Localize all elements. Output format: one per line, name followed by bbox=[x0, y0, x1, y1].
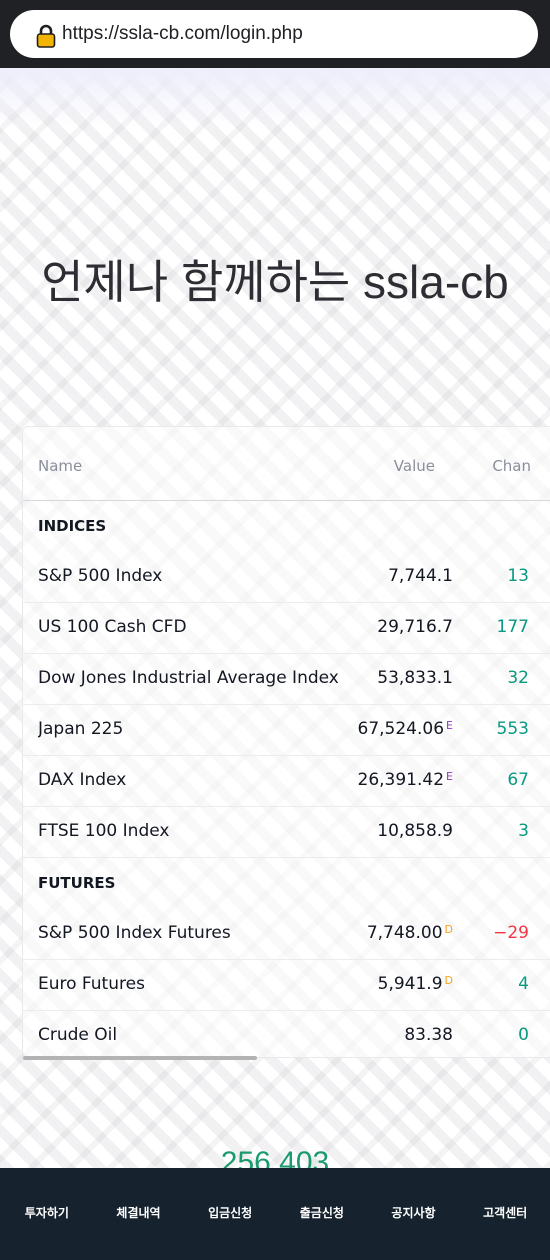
symbol-change: 0 bbox=[518, 1025, 529, 1045]
symbol-value: 29,716.7 bbox=[377, 617, 453, 637]
symbol-value: 5,941.9 D bbox=[378, 974, 453, 994]
nav-item[interactable]: 고객센터 bbox=[463, 1204, 547, 1221]
data-flag-badge: E bbox=[446, 719, 453, 732]
symbol-name[interactable]: Crude Oil bbox=[38, 1025, 348, 1045]
symbol-change: 177 bbox=[496, 617, 529, 637]
value-text: 7,748.00 bbox=[366, 923, 443, 943]
section-header-row: FUTURES bbox=[23, 858, 550, 909]
symbol-change: 32 bbox=[507, 668, 529, 688]
quote-row[interactable]: DAX Index 26,391.42 E 67 bbox=[23, 756, 550, 807]
widget-header-row: Name Value Chan bbox=[23, 427, 550, 501]
symbol-name[interactable]: Euro Futures bbox=[38, 974, 348, 994]
symbol-value: 7,744.1 bbox=[388, 566, 453, 586]
symbol-change: 4 bbox=[518, 974, 529, 994]
lock-icon bbox=[36, 24, 56, 48]
value-text: 26,391.42 bbox=[357, 770, 445, 790]
quote-row[interactable]: S&P 500 Index Futures 7,748.00 D −29 bbox=[23, 909, 550, 960]
horizontal-scrollbar[interactable] bbox=[23, 1056, 257, 1060]
data-flag-badge: D bbox=[444, 923, 453, 936]
nav-item[interactable]: 공지사항 bbox=[372, 1204, 456, 1221]
data-flag-badge: E bbox=[446, 770, 453, 783]
value-text: 83.38 bbox=[404, 1025, 453, 1045]
nav-item[interactable]: 체결내역 bbox=[97, 1204, 181, 1221]
symbol-value: 7,748.00 D bbox=[367, 923, 453, 943]
nav-item[interactable]: 출금신청 bbox=[280, 1204, 364, 1221]
symbol-name[interactable]: Japan 225 bbox=[38, 719, 348, 739]
symbol-change: 67 bbox=[507, 770, 529, 790]
bottom-navigation: 투자하기 체결내역 입금신청 출금신청 공지사항 고객센터 bbox=[0, 1168, 550, 1260]
value-text: 29,716.7 bbox=[377, 617, 453, 637]
change-column-header: Chan bbox=[492, 457, 531, 475]
symbol-change: 13 bbox=[507, 566, 529, 586]
header-tint bbox=[0, 68, 550, 128]
symbol-value: 26,391.42 E bbox=[358, 770, 453, 790]
symbol-change: 3 bbox=[518, 821, 529, 841]
symbol-name[interactable]: Dow Jones Industrial Average Index bbox=[38, 668, 348, 688]
market-overview-widget[interactable]: Name Value Chan INDICES S&P 500 Index 7,74… bbox=[22, 426, 550, 1058]
section-header-row: INDICES bbox=[23, 501, 550, 552]
symbol-name[interactable]: US 100 Cash CFD bbox=[38, 617, 348, 637]
quote-row[interactable]: Euro Futures 5,941.9 D 4 bbox=[23, 960, 550, 1011]
browser-toolbar: https://ssla-cb.com/login.php bbox=[0, 0, 550, 68]
hero-title: 언제나 함께하는 ssla-cb bbox=[41, 256, 509, 308]
section-label: INDICES bbox=[38, 517, 107, 535]
symbol-name[interactable]: FTSE 100 Index bbox=[38, 821, 348, 841]
value-text: 53,833.1 bbox=[377, 668, 453, 688]
symbol-name[interactable]: DAX Index bbox=[38, 770, 348, 790]
value-text: 5,941.9 bbox=[377, 974, 443, 994]
symbol-change: 553 bbox=[496, 719, 529, 739]
quote-row[interactable]: US 100 Cash CFD 29,716.7 177 bbox=[23, 603, 550, 654]
quote-row[interactable]: FTSE 100 Index 10,858.9 3 bbox=[23, 807, 550, 858]
symbol-value: 53,833.1 bbox=[377, 668, 453, 688]
address-bar[interactable]: https://ssla-cb.com/login.php bbox=[10, 10, 538, 58]
symbol-value: 83.38 bbox=[404, 1025, 453, 1045]
quote-row[interactable]: S&P 500 Index 7,744.1 13 bbox=[23, 552, 550, 603]
value-column-header: Value bbox=[393, 457, 435, 475]
value-text: 67,524.06 bbox=[357, 719, 445, 739]
quote-row[interactable]: Japan 225 67,524.06 E 553 bbox=[23, 705, 550, 756]
quote-row[interactable]: Dow Jones Industrial Average Index 53,833… bbox=[23, 654, 550, 705]
url-text[interactable]: https://ssla-cb.com/login.php bbox=[62, 23, 303, 45]
symbol-name[interactable]: S&P 500 Index Futures bbox=[38, 923, 348, 943]
symbol-change: −29 bbox=[493, 923, 529, 943]
value-text: 10,858.9 bbox=[377, 821, 453, 841]
page-content: 언제나 함께하는 ssla-cb Name Value Chan INDICES… bbox=[0, 68, 550, 1168]
name-column-header: Name bbox=[38, 457, 83, 475]
nav-item[interactable]: 투자하기 bbox=[5, 1204, 89, 1221]
ticker-value: 256,403 bbox=[220, 1146, 330, 1168]
symbol-value: 10,858.9 bbox=[377, 821, 453, 841]
value-text: 7,744.1 bbox=[388, 566, 453, 586]
symbol-value: 67,524.06 E bbox=[358, 719, 453, 739]
nav-item[interactable]: 입금신청 bbox=[188, 1204, 272, 1221]
quote-row[interactable]: Crude Oil 83.38 0 bbox=[23, 1011, 550, 1057]
section-label: FUTURES bbox=[38, 874, 116, 892]
data-flag-badge: D bbox=[444, 974, 453, 987]
symbol-name[interactable]: S&P 500 Index bbox=[38, 566, 348, 586]
